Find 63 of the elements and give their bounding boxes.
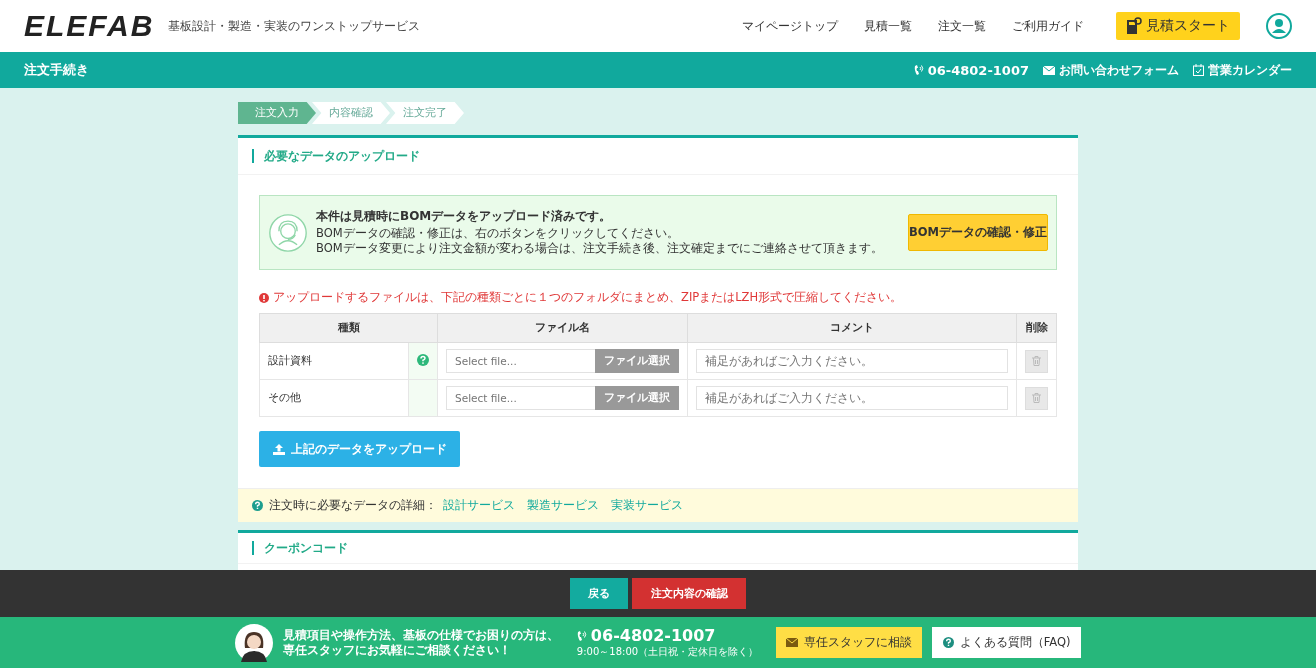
progress-step: 注文入力 xyxy=(238,102,316,124)
column-header: 削除 xyxy=(1016,313,1057,343)
mail-icon xyxy=(786,638,799,647)
page-title: 注文手続き xyxy=(24,61,89,79)
nav-link[interactable]: マイページトップ xyxy=(742,17,838,35)
back-button[interactable]: 戻る xyxy=(570,578,628,609)
column-header: コメント xyxy=(687,313,1017,343)
phone-number: 06-4802-1007 xyxy=(927,62,1029,78)
service-link[interactable]: 実装サービス xyxy=(611,498,683,513)
progress-step: 注文完了 xyxy=(386,102,464,124)
nav-link[interactable]: 注文一覧 xyxy=(938,17,986,35)
calendar-link[interactable]: 営業カレンダー xyxy=(1208,62,1292,78)
comment-field[interactable]: 補足があればご入力ください。 xyxy=(696,349,1008,373)
column-header: 種類 xyxy=(259,313,438,343)
file-field[interactable]: Select file... xyxy=(446,386,596,410)
business-hours: 9:00～18:00（土日祝・定休日を除く） xyxy=(576,645,759,659)
calendar-icon xyxy=(1193,64,1204,76)
staff-consult-button[interactable]: 専任スタッフに相談 xyxy=(776,627,923,658)
delete-button[interactable] xyxy=(1025,349,1048,373)
file-select-button[interactable]: ファイル選択 xyxy=(595,349,680,373)
bom-edit-button[interactable]: BOMデータの確認・修正 xyxy=(908,214,1048,251)
support-text: 見積項目や操作方法、基板の仕様でお困りの方は、 xyxy=(282,627,559,643)
alert-icon xyxy=(259,292,269,303)
nav-link[interactable]: 見積一覧 xyxy=(864,17,912,35)
table-cell: 設計資料 xyxy=(259,342,409,380)
avatar xyxy=(234,623,273,662)
upload-icon xyxy=(272,443,285,455)
phone-number: 06-4802-1007 xyxy=(590,626,716,645)
file-select-button[interactable]: ファイル選択 xyxy=(595,386,680,410)
phone-icon xyxy=(576,629,587,642)
support-icon xyxy=(268,212,308,253)
tagline: 基板設計・製造・実装のワンストップサービス xyxy=(168,18,421,34)
help-icon xyxy=(252,500,263,511)
faq-button[interactable]: よくある質問（FAQ) xyxy=(932,627,1082,658)
column-header: ファイル名 xyxy=(437,313,688,343)
service-link[interactable]: 製造サービス xyxy=(527,498,599,513)
contact-link[interactable]: お問い合わせフォーム xyxy=(1059,62,1179,78)
quote-start-button[interactable]: 見積スタート xyxy=(1116,12,1240,40)
calculator-icon xyxy=(1126,17,1142,35)
help-icon[interactable] xyxy=(417,354,430,366)
logo[interactable]: ELEFAB xyxy=(24,9,155,43)
confirm-button[interactable]: 注文内容の確認 xyxy=(632,578,746,609)
trash-icon xyxy=(1032,393,1041,403)
support-text: 専任スタッフにお気軽にご相談ください！ xyxy=(282,642,512,658)
help-icon xyxy=(942,637,954,648)
section-title: 必要なデータのアップロード xyxy=(252,149,420,163)
comment-field[interactable]: 補足があればご入力ください。 xyxy=(696,386,1008,410)
notice-text: BOMデータの確認・修正は、右のボタンをクリックしてください。 xyxy=(316,226,680,241)
warning-text: アップロードするファイルは、下記の種類ごとに１つのフォルダにまとめ、ZIPまたはLZH形式で圧縮してください。 xyxy=(273,290,903,305)
section-title: クーポンコード xyxy=(252,541,348,555)
info-label: 注文時に必要なデータの詳細： xyxy=(269,498,437,513)
service-link[interactable]: 設計サービス xyxy=(443,498,515,513)
delete-button[interactable] xyxy=(1025,386,1048,410)
progress-step: 内容確認 xyxy=(312,102,390,124)
mail-icon xyxy=(1043,65,1055,75)
trash-icon xyxy=(1032,356,1041,366)
table-cell: その他 xyxy=(259,379,409,417)
file-field[interactable]: Select file... xyxy=(446,349,596,373)
nav-link[interactable]: ご利用ガイド xyxy=(1012,17,1084,35)
notice-text: BOMデータ変更により注文金額が変わる場合は、注文手続き後、注文確定までにご連絡させて頂きます。 xyxy=(316,241,884,256)
user-icon[interactable] xyxy=(1266,13,1292,39)
notice-heading: 本件は見積時にBOMデータをアップロード済みです。 xyxy=(316,209,613,224)
phone-icon xyxy=(913,64,924,76)
